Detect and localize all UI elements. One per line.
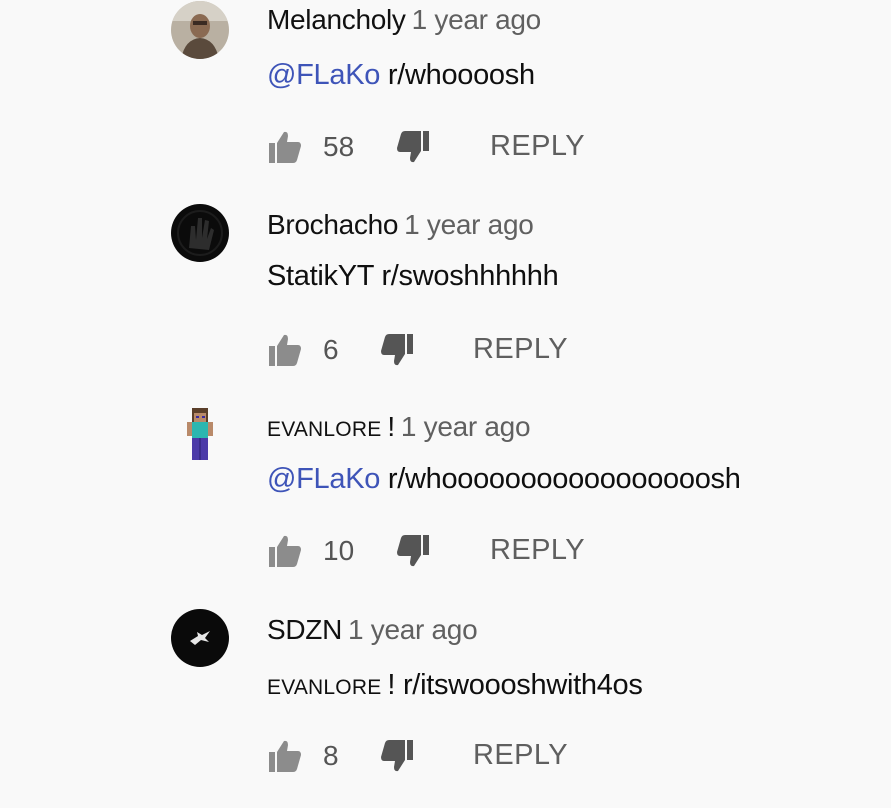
comment-thread-item: SDZN 1 year ago EVANLORE! r/itswoooshwith… <box>0 608 891 808</box>
mention-text: StatikYT <box>267 260 374 292</box>
comment-thread-item: Brochacho 1 year ago StatikYT r/swoshhhhh… <box>0 203 891 403</box>
dislike-thumb-down-icon[interactable] <box>379 332 415 368</box>
like-count: 58 <box>323 131 355 162</box>
reply-button[interactable]: REPLY <box>473 739 568 772</box>
comment-timestamp[interactable]: 1 year ago <box>404 209 534 240</box>
comment-thread-item: EVANLORE! 1 year ago @FLaKo r/whooooooooo… <box>0 405 891 605</box>
black-logo-avatar-icon[interactable] <box>171 609 229 667</box>
minecraft-character-avatar-icon[interactable] <box>171 406 229 464</box>
comment-author[interactable]: Melancholy <box>267 4 406 35</box>
dislike-thumb-down-icon[interactable] <box>395 129 431 165</box>
reply-button[interactable]: REPLY <box>490 534 585 567</box>
reply-button[interactable]: REPLY <box>490 130 585 163</box>
like-count: 8 <box>323 740 339 771</box>
comment-text: @FLaKo r/whoooosh <box>267 59 535 92</box>
comment-author[interactable]: SDZN <box>267 614 342 645</box>
author-suffix: ! <box>387 411 395 442</box>
comment-timestamp[interactable]: 1 year ago <box>412 4 542 35</box>
comment-author[interactable]: Brochacho <box>267 209 398 240</box>
comment-header: SDZN 1 year ago <box>267 614 478 646</box>
comment-body: r/whoooosh <box>387 59 535 91</box>
like-count: 6 <box>323 334 339 365</box>
dark-hand-avatar-icon[interactable] <box>171 204 229 262</box>
comment-text: StatikYT r/swoshhhhhh <box>267 260 559 293</box>
dislike-thumb-down-icon[interactable] <box>379 738 415 774</box>
mention-suffix: ! <box>387 669 396 701</box>
comment-header: EVANLORE! 1 year ago <box>267 411 531 443</box>
like-count: 10 <box>323 535 355 566</box>
comment-timestamp[interactable]: 1 year ago <box>401 411 531 442</box>
like-thumb-up-icon[interactable] <box>267 533 303 569</box>
dislike-thumb-down-icon[interactable] <box>395 533 431 569</box>
comment-thread-item: Melancholy 1 year ago @FLaKo r/whoooosh 5… <box>0 0 891 200</box>
like-thumb-up-icon[interactable] <box>267 738 303 774</box>
comment-header: Brochacho 1 year ago <box>267 209 534 241</box>
comment-body: r/itswoooshwith4os <box>402 669 643 701</box>
mention-text: EVANLORE <box>267 676 382 699</box>
like-thumb-up-icon[interactable] <box>267 332 303 368</box>
comment-text: @FLaKo r/whooooooooooooooooosh <box>267 463 741 496</box>
reply-button[interactable]: REPLY <box>473 333 568 366</box>
mention-link[interactable]: @FLaKo <box>267 463 380 495</box>
mention-link[interactable]: @FLaKo <box>267 59 380 91</box>
comment-body: r/whooooooooooooooooosh <box>387 463 741 495</box>
user-photo-avatar-icon[interactable] <box>171 1 229 59</box>
comment-author[interactable]: EVANLORE <box>267 418 381 441</box>
like-thumb-up-icon[interactable] <box>267 129 303 165</box>
comment-timestamp[interactable]: 1 year ago <box>348 614 478 645</box>
comment-header: Melancholy 1 year ago <box>267 4 541 36</box>
comment-body: r/swoshhhhhh <box>381 260 559 292</box>
comment-text: EVANLORE! r/itswoooshwith4os <box>267 669 643 702</box>
